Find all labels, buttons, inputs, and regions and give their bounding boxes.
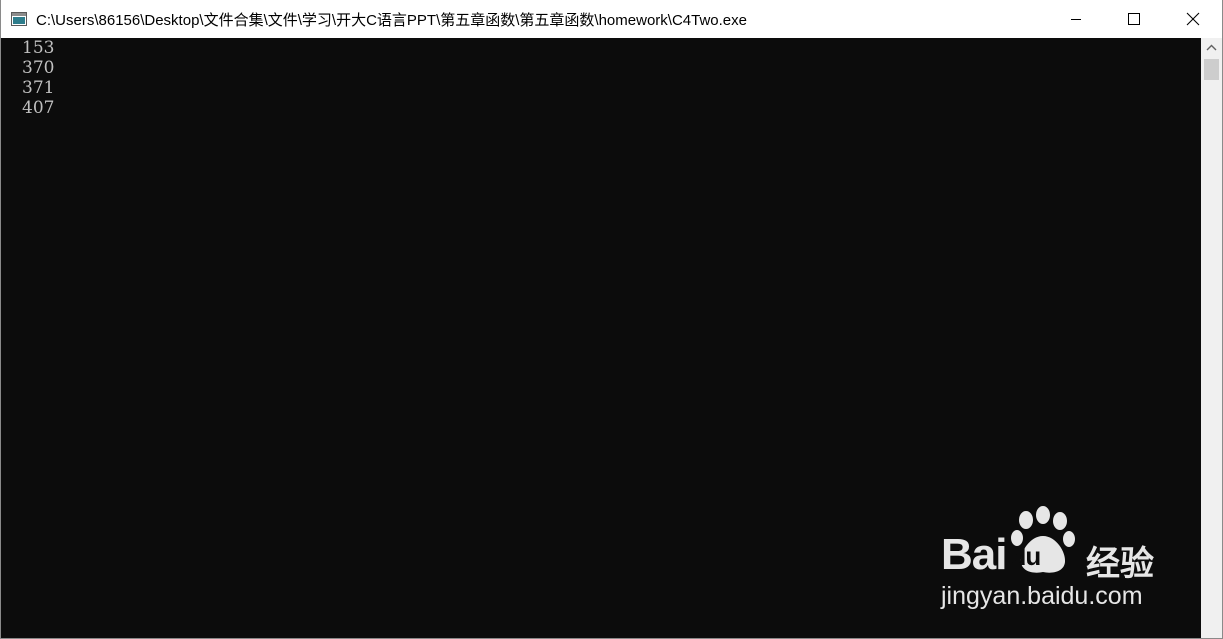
scroll-thumb[interactable] (1204, 59, 1219, 80)
chevron-up-icon (1206, 44, 1217, 51)
watermark-brand-left: Bai (941, 530, 1007, 579)
close-icon (1186, 12, 1200, 26)
maximize-button[interactable] (1105, 0, 1163, 38)
scroll-up-button[interactable] (1201, 38, 1222, 58)
watermark-url: jingyan.baidu.com (941, 582, 1143, 610)
console-line: 407 (22, 98, 55, 118)
watermark-brand-right: du (1010, 541, 1041, 571)
console-line: 153 (22, 38, 55, 58)
watermark-brand: Bai du (941, 530, 1098, 580)
close-button[interactable] (1164, 0, 1222, 38)
title-bar[interactable]: C:\Users\86156\Desktop\文件合集\文件\学习\开大C语言P… (1, 0, 1222, 38)
console-window: C:\Users\86156\Desktop\文件合集\文件\学习\开大C语言P… (0, 0, 1223, 639)
watermark-service: 经验 (1086, 544, 1154, 584)
window-title: C:\Users\86156\Desktop\文件合集\文件\学习\开大C语言P… (36, 12, 747, 29)
console-line: 370 (22, 58, 55, 78)
console-line: 371 (22, 78, 55, 98)
vertical-scrollbar[interactable] (1201, 38, 1222, 638)
maximize-icon (1128, 13, 1140, 25)
minimize-icon (1071, 19, 1081, 20)
console-app-icon[interactable] (11, 11, 27, 26)
console-output: 153 370 371 407 (22, 38, 54, 118)
baidu-jingyan-watermark: Bai du 经验 jingyan.baidu.com (936, 506, 1176, 616)
minimize-button[interactable] (1047, 0, 1105, 38)
